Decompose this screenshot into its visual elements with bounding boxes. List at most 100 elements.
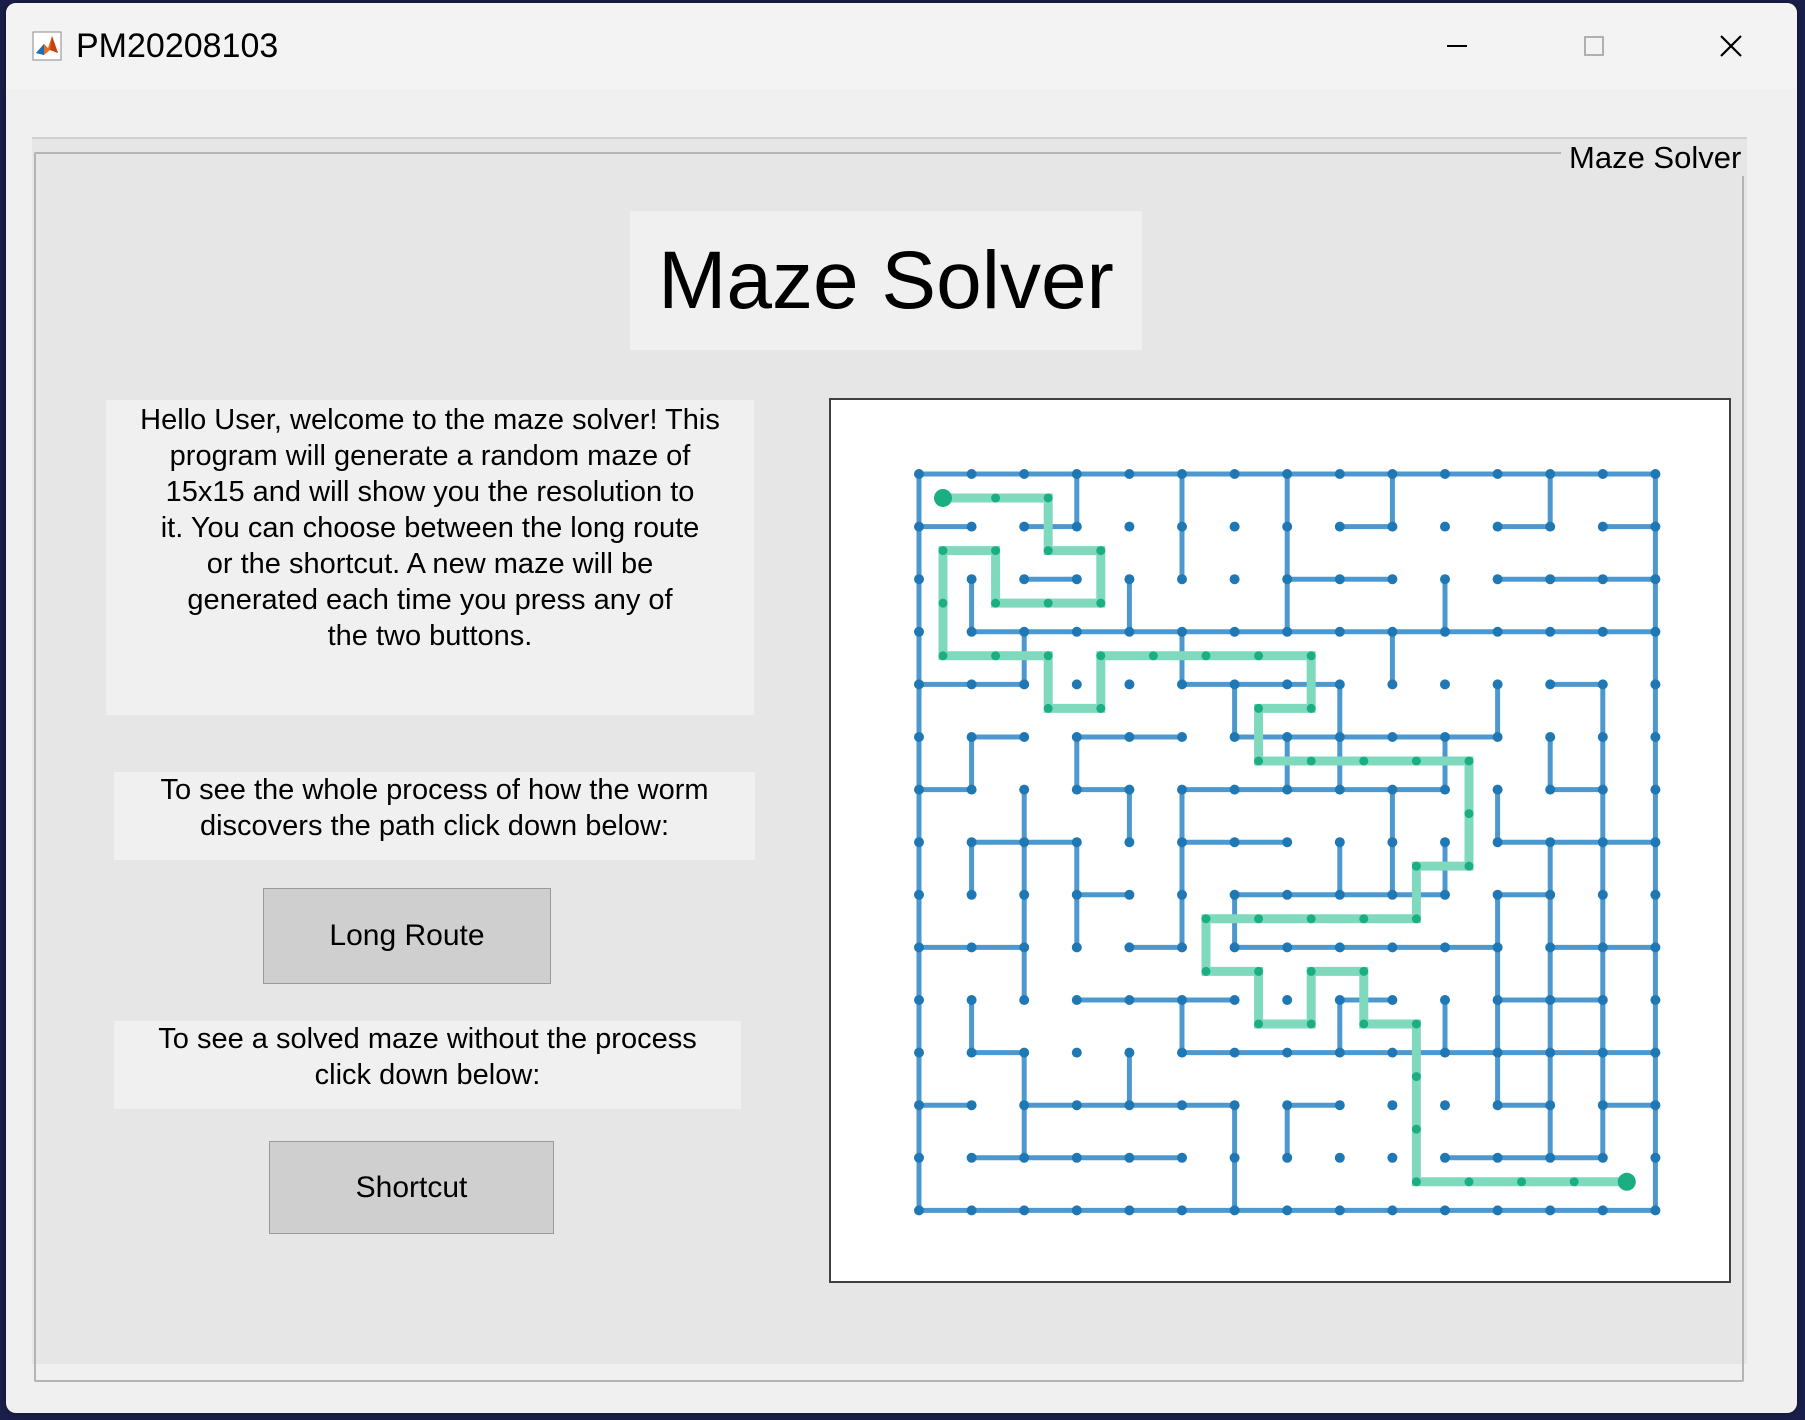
maze-node bbox=[1597, 1047, 1608, 1058]
short-info-line: click down below: bbox=[314, 1059, 541, 1091]
maze-node bbox=[1492, 521, 1503, 532]
maze-node bbox=[1229, 1100, 1240, 1111]
maze-node bbox=[914, 837, 924, 848]
maze-node bbox=[1492, 626, 1503, 637]
maze-node bbox=[966, 995, 977, 1005]
maze-node bbox=[1597, 521, 1608, 532]
maze-node bbox=[1071, 784, 1082, 795]
maze-node bbox=[1124, 942, 1135, 953]
maze-node bbox=[1124, 521, 1135, 532]
maze-node bbox=[1545, 942, 1556, 953]
start-marker bbox=[933, 488, 952, 507]
maze-node bbox=[1545, 574, 1556, 585]
maze-node bbox=[1019, 837, 1030, 848]
maze-node bbox=[1177, 942, 1187, 953]
path-node bbox=[938, 546, 948, 556]
path-node bbox=[1411, 756, 1421, 766]
maze-node bbox=[914, 1152, 924, 1163]
maze-node bbox=[1071, 995, 1082, 1005]
maze-node bbox=[1177, 732, 1187, 742]
maze-node bbox=[914, 1205, 924, 1216]
maze-node bbox=[966, 942, 977, 953]
maze-node bbox=[1334, 784, 1345, 795]
shortcut-info: To see a solved maze without the process… bbox=[114, 1021, 741, 1109]
maze-node bbox=[1019, 1047, 1030, 1058]
maze-node bbox=[966, 521, 977, 532]
maze-node bbox=[1492, 1152, 1503, 1163]
maze-node bbox=[1334, 1047, 1345, 1058]
maze-node bbox=[966, 469, 977, 479]
path-node bbox=[1043, 546, 1053, 556]
title-bar[interactable]: PM20208103 bbox=[6, 3, 1797, 89]
minimize-button[interactable] bbox=[1427, 21, 1487, 71]
maze-node bbox=[1597, 1100, 1608, 1111]
maze-node bbox=[1124, 574, 1135, 585]
maze-node bbox=[1282, 837, 1293, 848]
maze-node bbox=[1019, 679, 1030, 690]
maze-node bbox=[1440, 626, 1450, 637]
maze-node bbox=[1019, 1100, 1030, 1111]
maze-node bbox=[1124, 784, 1135, 795]
path-node bbox=[991, 546, 1001, 556]
panel-title: Maze Solver bbox=[1561, 140, 1748, 176]
maze-node bbox=[1124, 995, 1135, 1005]
shortcut-button[interactable]: Shortcut bbox=[269, 1141, 554, 1234]
path-node bbox=[1306, 966, 1316, 976]
maze-node bbox=[1545, 521, 1556, 532]
maze-node bbox=[1545, 732, 1556, 742]
maze-node bbox=[1229, 574, 1240, 585]
maze-node bbox=[1019, 732, 1030, 742]
path-node bbox=[1517, 1177, 1527, 1187]
maze-node bbox=[1282, 1205, 1293, 1216]
maze-node bbox=[914, 942, 924, 953]
maze-node bbox=[914, 521, 924, 532]
maze-node bbox=[1177, 889, 1187, 900]
maze-node bbox=[1124, 837, 1135, 848]
maze-node bbox=[1440, 521, 1450, 532]
maze-node bbox=[914, 1100, 924, 1111]
maze-node bbox=[1440, 995, 1450, 1005]
maze-node bbox=[1229, 995, 1240, 1005]
maze-node bbox=[1492, 784, 1503, 795]
maze-node bbox=[1387, 1152, 1398, 1163]
path-node bbox=[1254, 914, 1264, 924]
maze-node bbox=[1177, 574, 1187, 585]
maze-node bbox=[1387, 574, 1398, 585]
maze-node bbox=[1440, 1205, 1450, 1216]
maze-node bbox=[1650, 1047, 1661, 1058]
maze-node bbox=[1177, 1100, 1187, 1111]
maze-node bbox=[1177, 1047, 1187, 1058]
maze-node bbox=[1282, 1152, 1293, 1163]
maze-node bbox=[1071, 942, 1082, 953]
maze-plot bbox=[914, 469, 1661, 1216]
maze-node bbox=[1229, 1152, 1240, 1163]
maze-node bbox=[1492, 889, 1503, 900]
maze-node bbox=[914, 574, 924, 585]
close-button[interactable] bbox=[1701, 21, 1761, 71]
welcome-line: generated each time you press any of bbox=[187, 584, 673, 616]
welcome-line: it. You can choose between the long rout… bbox=[160, 512, 700, 544]
maze-node bbox=[1650, 1100, 1661, 1111]
maze-node bbox=[1387, 889, 1398, 900]
maze-node bbox=[1650, 1205, 1661, 1216]
maze-node bbox=[1282, 574, 1293, 585]
maze-node bbox=[1387, 469, 1398, 479]
maze-node bbox=[1492, 1047, 1503, 1058]
path-node bbox=[1359, 1019, 1369, 1029]
path-node bbox=[1201, 966, 1211, 976]
maze-node bbox=[1229, 679, 1240, 690]
maze-node bbox=[1177, 784, 1187, 795]
maze-node bbox=[1282, 1100, 1293, 1111]
minimize-icon bbox=[1447, 45, 1467, 47]
maze-node bbox=[1334, 1152, 1345, 1163]
maze-node bbox=[1650, 679, 1661, 690]
maze-node bbox=[1597, 469, 1608, 479]
maze-node bbox=[1334, 732, 1345, 742]
long-route-button[interactable]: Long Route bbox=[263, 888, 551, 984]
path-node bbox=[1411, 861, 1421, 871]
maze-node bbox=[1334, 837, 1345, 848]
maze-node bbox=[1282, 469, 1293, 479]
maze-node bbox=[1019, 995, 1030, 1005]
path-node bbox=[1306, 914, 1316, 924]
maximize-button[interactable] bbox=[1564, 21, 1624, 71]
